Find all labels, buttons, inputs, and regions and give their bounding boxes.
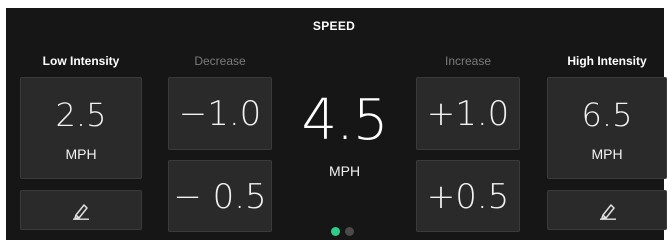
page-indicator-dot[interactable]	[345, 227, 354, 236]
pencil-icon	[600, 204, 616, 220]
pencil-icon	[73, 204, 89, 220]
decrease-0-5-button[interactable]: − 0.5	[168, 160, 272, 232]
high-intensity-unit: MPH	[591, 146, 623, 162]
decrease-1-button[interactable]: −1.0	[168, 77, 272, 150]
current-speed-unit: MPH	[328, 163, 361, 179]
page-indicator-active-dot[interactable]	[331, 227, 340, 236]
low-intensity-label: Low Intensity	[42, 54, 120, 68]
increase-1-button[interactable]: +1.0	[416, 77, 520, 150]
high-intensity-tile[interactable]: 6.5 MPH	[547, 77, 667, 179]
decrease-label: Decrease	[194, 54, 246, 68]
edit-low-intensity-button[interactable]	[20, 190, 142, 230]
current-speed-value: 4.5	[301, 88, 388, 153]
high-intensity-label: High Intensity	[567, 54, 647, 68]
increase-label: Increase	[444, 54, 492, 68]
decrease-1-label: −1.0	[178, 94, 262, 134]
low-intensity-tile[interactable]: 2.5 MPH	[20, 77, 142, 179]
edit-high-intensity-button[interactable]	[547, 190, 667, 230]
increase-0-5-button[interactable]: +0.5	[416, 160, 520, 232]
low-intensity-unit: MPH	[65, 146, 97, 162]
low-intensity-value: 2.5	[55, 96, 107, 134]
decrease-0-5-label: − 0.5	[173, 177, 267, 217]
increase-1-label: +1.0	[426, 94, 510, 134]
high-intensity-value: 6.5	[581, 96, 633, 134]
increase-0-5-label: +0.5	[426, 177, 510, 217]
screen-title: SPEED	[312, 19, 356, 33]
